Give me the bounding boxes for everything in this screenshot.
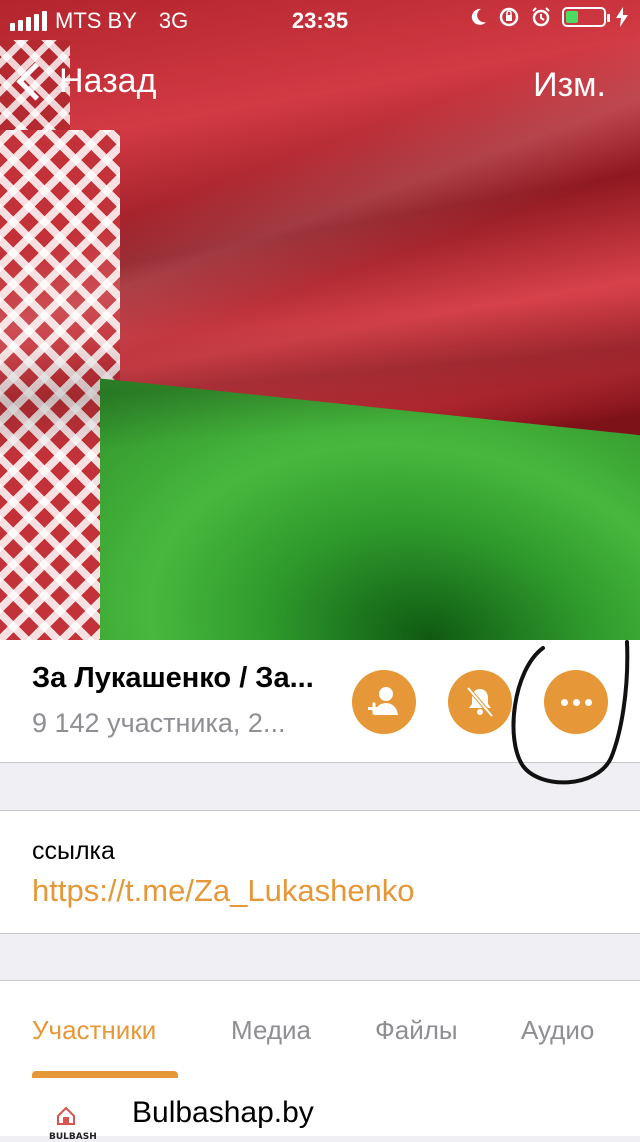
add-member-icon [368,687,398,715]
navigation-bar: Назад Изм. [0,58,640,114]
edit-button[interactable]: Изм. [533,66,606,105]
media-tabs: Участники Медиа Файлы Аудио [0,980,640,1080]
add-member-button[interactable] [352,670,416,734]
orientation-lock-icon [499,7,519,27]
back-button[interactable]: Назад [14,62,156,101]
chevron-left-icon [16,62,55,101]
more-button[interactable] [544,670,608,734]
tab-files[interactable]: Файлы [375,1015,458,1046]
tab-audio[interactable]: Аудио [521,1015,594,1046]
member-name: Bulbashap.by [132,1096,314,1129]
alarm-icon [532,7,550,27]
group-title: За Лукашенко / За... [32,662,314,694]
mute-button[interactable] [448,670,512,734]
list-item[interactable]: BULBASH Bulbashap.by [0,1078,640,1142]
link-label: ссылка [32,837,115,865]
status-bar: MTS BY 3G 23:35 [0,0,640,40]
link-section: ссылка https://t.me/Za_Lukashenko [0,810,640,934]
bell-slash-icon [466,686,494,718]
member-count: 9 142 участника, 2... [32,708,286,738]
charging-icon [616,7,628,27]
avatar-text: BULBASH [49,1132,97,1142]
back-label: Назад [59,62,157,100]
more-dots-icon [560,698,592,706]
tab-media[interactable]: Медиа [231,1015,311,1046]
status-right [468,6,628,28]
moon-icon [471,8,486,25]
invite-link[interactable]: https://t.me/Za_Lukashenko [32,873,415,909]
avatar: BULBASH [49,1106,97,1142]
group-info: За Лукашенко / За... 9 142 участника, 2.… [0,640,640,763]
tab-members[interactable]: Участники [32,1015,156,1046]
battery-icon [562,7,610,27]
